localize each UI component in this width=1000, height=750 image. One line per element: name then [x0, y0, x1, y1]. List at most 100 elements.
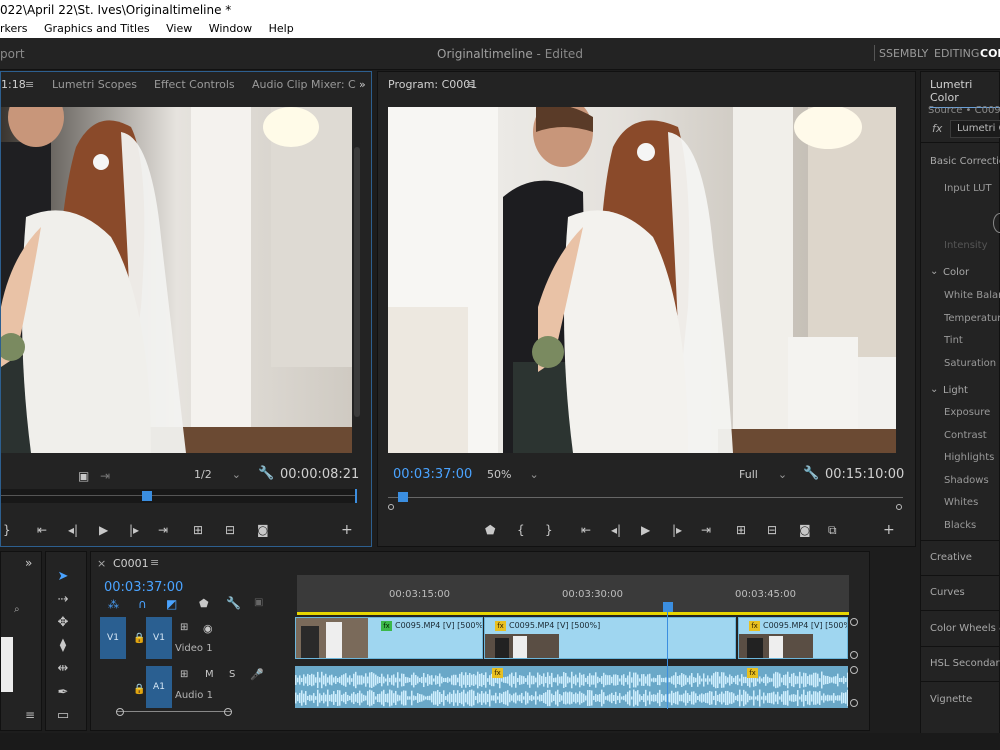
microphone-icon[interactable]: 🎤: [250, 668, 264, 681]
section-curves[interactable]: Curves: [930, 587, 965, 598]
section-color-wheels[interactable]: Color Wheels &: [930, 623, 1000, 634]
mark-out-icon[interactable]: }: [545, 524, 553, 536]
program-menu-icon[interactable]: ≡: [466, 78, 475, 91]
chevron-down-icon[interactable]: ⌄: [930, 384, 938, 395]
track-target-a1[interactable]: A1: [146, 666, 172, 708]
source-resolution-dropdown[interactable]: 1/2 ⌄: [194, 468, 241, 481]
selection-tool-icon[interactable]: ➤: [54, 568, 72, 586]
track-scroll-handle[interactable]: [850, 666, 858, 674]
captions-icon[interactable]: ▣: [254, 597, 263, 608]
wrench-icon[interactable]: 🔧: [803, 467, 819, 480]
add-marker-icon[interactable]: ⬟: [485, 524, 495, 536]
go-to-out-icon[interactable]: ⇥: [158, 524, 168, 536]
auto-button[interactable]: [993, 213, 1000, 233]
source-out-point[interactable]: [355, 489, 357, 503]
source-playhead[interactable]: [142, 491, 152, 501]
program-resolution-dropdown[interactable]: Full ⌄: [739, 468, 787, 481]
zoom-handle-right[interactable]: [224, 708, 232, 716]
overwrite-icon[interactable]: ⊟: [225, 524, 235, 536]
workspace-assembly[interactable]: SSEMBLY: [879, 47, 928, 60]
tab-audio-clip-mixer[interactable]: Audio Clip Mixer: C: [252, 78, 356, 91]
tab-lumetri-scopes[interactable]: Lumetri Scopes: [52, 78, 137, 91]
search-icon[interactable]: ⌕: [14, 604, 20, 615]
track-select-tool-icon[interactable]: ⇢: [54, 591, 72, 609]
section-hsl-secondary[interactable]: HSL Secondary: [930, 658, 1000, 669]
source-tab-timecode[interactable]: 1:18: [1, 78, 26, 91]
section-color[interactable]: Color: [943, 267, 969, 278]
step-forward-icon[interactable]: |▸: [129, 524, 139, 536]
rectangle-tool-icon[interactable]: ▭: [54, 707, 72, 725]
slip-tool-icon[interactable]: ⇹: [54, 660, 72, 678]
snap-icon[interactable]: ∩: [138, 597, 147, 611]
video-clip[interactable]: fx C0095.MP4 [V] [500%]: [738, 617, 848, 659]
panel-menu-icon[interactable]: ≡: [25, 78, 34, 91]
section-light[interactable]: Light: [943, 385, 968, 396]
zoom-dropdown[interactable]: 50% ⌄: [487, 468, 539, 481]
lift-icon[interactable]: ⊞: [736, 524, 746, 536]
step-forward-icon[interactable]: |▸: [672, 524, 682, 536]
play-icon[interactable]: ▶: [641, 524, 650, 536]
video-clip[interactable]: fx C0095.MP4 [V] [500%]: [484, 617, 736, 659]
mark-out-icon[interactable]: }: [3, 524, 11, 536]
tab-lumetri-color[interactable]: Lumetri Color: [930, 78, 1000, 108]
source-scrubber[interactable]: [1, 489, 357, 503]
lock-icon[interactable]: 🔒: [133, 633, 145, 644]
linked-selection-icon[interactable]: ◩: [166, 597, 177, 611]
razor-tool-icon[interactable]: ⧫: [54, 637, 72, 655]
menu-item-help[interactable]: Help: [269, 22, 294, 35]
program-playhead[interactable]: [398, 492, 408, 502]
play-icon[interactable]: ▶: [99, 524, 108, 536]
extract-icon[interactable]: ⊟: [767, 524, 777, 536]
wrench-icon[interactable]: 🔧: [226, 596, 241, 610]
menu-item-markers[interactable]: rkers: [0, 22, 28, 35]
close-icon[interactable]: ×: [97, 557, 106, 570]
camera-icon[interactable]: ◙: [799, 524, 811, 536]
track-scroll-handle[interactable]: [850, 651, 858, 659]
scroll-handle-right[interactable]: [896, 504, 902, 510]
section-basic-correction[interactable]: Basic Correction: [930, 156, 1000, 167]
work-area-bar[interactable]: [297, 612, 849, 615]
sync-lock-icon[interactable]: ⊞: [180, 622, 188, 633]
zoom-handle-left[interactable]: [116, 708, 124, 716]
camera-icon[interactable]: ◙: [257, 524, 269, 536]
timeline-timecode[interactable]: 00:03:37:00: [104, 580, 183, 595]
go-to-in-icon[interactable]: ⇤: [581, 524, 591, 536]
program-title[interactable]: Program: C0001: [388, 78, 477, 91]
insert-clip-icon[interactable]: ⊞: [193, 524, 203, 536]
source-scrollbar[interactable]: [354, 147, 360, 417]
track-scroll-handle[interactable]: [850, 699, 858, 707]
chevron-down-icon[interactable]: ⌄: [930, 266, 938, 277]
section-vignette[interactable]: Vignette: [930, 694, 972, 705]
workspace-color[interactable]: COLO: [980, 47, 1000, 60]
scroll-handle-left[interactable]: [388, 504, 394, 510]
import-tab[interactable]: port: [0, 47, 25, 61]
mark-in-icon[interactable]: {: [517, 524, 525, 536]
video-clip[interactable]: fx C0095.MP4 [V] [500%]: [295, 617, 483, 659]
list-view-icon[interactable]: ≡: [25, 708, 35, 722]
lock-icon[interactable]: 🔒: [133, 684, 145, 695]
timeline-zoom-bar[interactable]: [116, 711, 232, 717]
nest-icon[interactable]: ⁂: [108, 598, 119, 611]
add-marker-icon[interactable]: ⬟: [199, 597, 209, 610]
effect-name-dropdown[interactable]: Lumetri C: [950, 120, 1000, 138]
lumetri-source[interactable]: Source • C0095.M: [928, 105, 1000, 116]
eye-icon[interactable]: ◉: [203, 622, 213, 635]
track-scroll-handle[interactable]: [850, 618, 858, 626]
source-patch-v1[interactable]: V1: [100, 617, 126, 659]
menu-item-window[interactable]: Window: [209, 22, 252, 35]
audio-clip[interactable]: fx fx: [295, 666, 848, 708]
menu-item-graphics[interactable]: Graphics and Titles: [44, 22, 150, 35]
menu-item-view[interactable]: View: [166, 22, 192, 35]
workspace-editing[interactable]: EDITING: [934, 47, 979, 60]
mute-button[interactable]: M: [205, 669, 214, 680]
go-to-out-icon[interactable]: ⇥: [701, 524, 711, 536]
section-creative[interactable]: Creative: [930, 552, 972, 563]
step-back-icon[interactable]: ◂|: [68, 524, 78, 536]
safe-margins-icon[interactable]: ▣: [78, 470, 89, 482]
ripple-edit-tool-icon[interactable]: ✥: [54, 614, 72, 632]
add-button-icon[interactable]: +: [341, 523, 353, 537]
timeline-menu-icon[interactable]: ≡: [150, 556, 159, 569]
timeline-ruler[interactable]: 00:03:15:00 00:03:30:00 00:03:45:00: [297, 575, 849, 613]
timeline-playhead[interactable]: [663, 602, 673, 612]
sequence-tab[interactable]: C0001: [113, 557, 149, 570]
